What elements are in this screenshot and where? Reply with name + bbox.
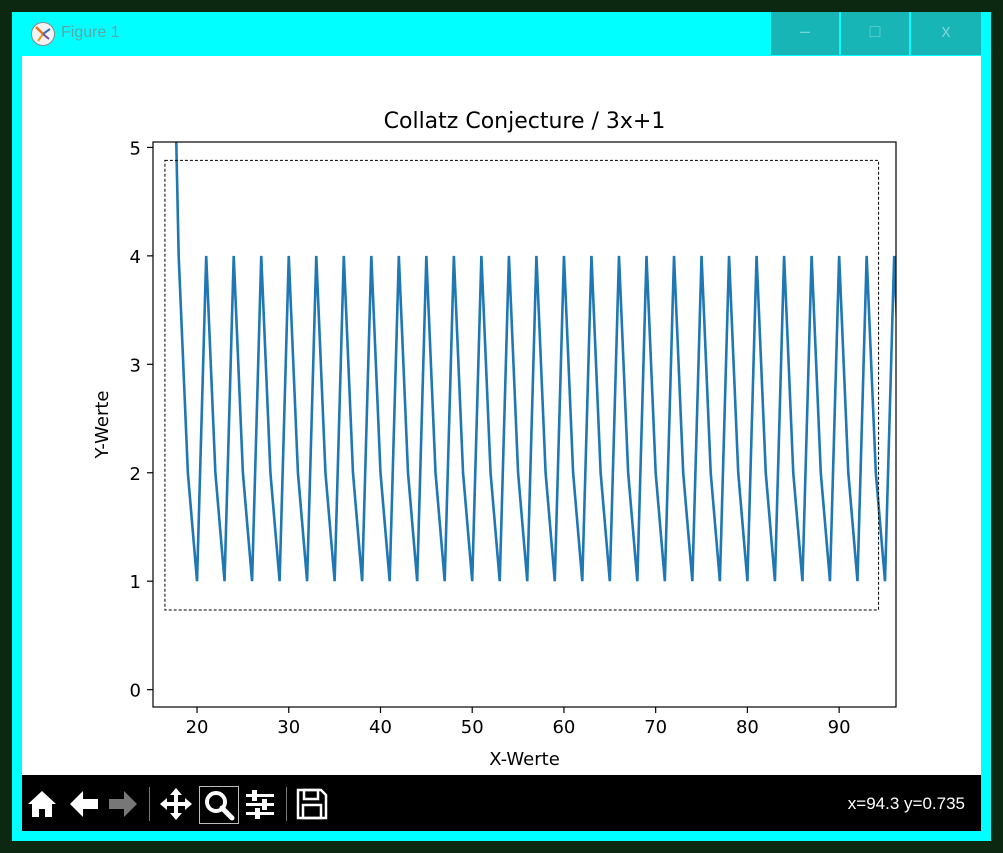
x-tick-label: 50 [461,717,484,738]
cursor-coordinates: x=94.3 y=0.735 [847,794,965,813]
toolbar-separator [149,787,150,821]
axes-frame [152,141,897,708]
back-button[interactable] [67,787,101,821]
back-arrow-icon [70,791,98,817]
y-axis-label: Y-Werte [92,391,113,460]
toolbar-separator [286,787,287,821]
series-line-0 [174,142,896,582]
maximize-button[interactable]: □ [841,12,909,55]
pan-button[interactable] [159,787,193,821]
y-tick-label: 4 [130,247,141,268]
chart-title: Collatz Conjecture / 3x+1 [384,109,666,134]
y-tick-label: 0 [130,681,141,702]
forward-arrow-icon [109,791,137,817]
x-tick-label: 20 [186,717,209,738]
navigation-toolbar: x=94.3 y=0.735 [22,775,981,831]
minimize-button[interactable]: – [771,12,839,55]
pan-icon [160,788,192,820]
y-tick-label: 1 [130,572,141,593]
zoom-button[interactable] [199,786,239,824]
home-icon [28,791,56,817]
chart: 20 30 40 50 60 70 80 90 0 1 2 3 4 5 Collatz Conjectu… [92,109,897,770]
x-tick-label: 60 [552,717,575,738]
configure-subplots-icon [246,790,274,819]
x-tick-label: 80 [736,717,759,738]
x-tick-label: 30 [277,717,300,738]
matplotlib-logo-icon [31,22,55,46]
title-bar[interactable]: Figure 1 – □ x [12,12,991,55]
close-button[interactable]: x [911,12,981,55]
x-axis-label: X-Werte [489,749,560,770]
x-tick-label: 40 [369,717,392,738]
minimize-icon: – [799,21,810,41]
configure-subplots-button[interactable] [243,787,277,821]
figure-canvas[interactable]: 20 30 40 50 60 70 80 90 0 1 2 3 4 5 Collatz Conjectu… [22,56,981,775]
home-button[interactable] [25,787,59,821]
y-tick-label: 2 [130,464,141,485]
save-button[interactable] [295,787,329,821]
maximize-icon: □ [869,21,881,41]
x-tick-label: 90 [828,717,851,738]
window-title: Figure 1 [61,24,120,41]
figure-window: Figure 1 – □ x 20 30 40 50 60 70 80 90 0 1 2 3 4 5 C… [12,12,991,841]
close-icon: x [941,21,951,41]
x-tick-label: 70 [644,717,667,738]
forward-button[interactable] [106,787,140,821]
y-tick-label: 5 [130,138,141,159]
zoom-icon [205,791,235,821]
y-tick-label: 3 [130,355,141,376]
save-icon [296,788,328,820]
